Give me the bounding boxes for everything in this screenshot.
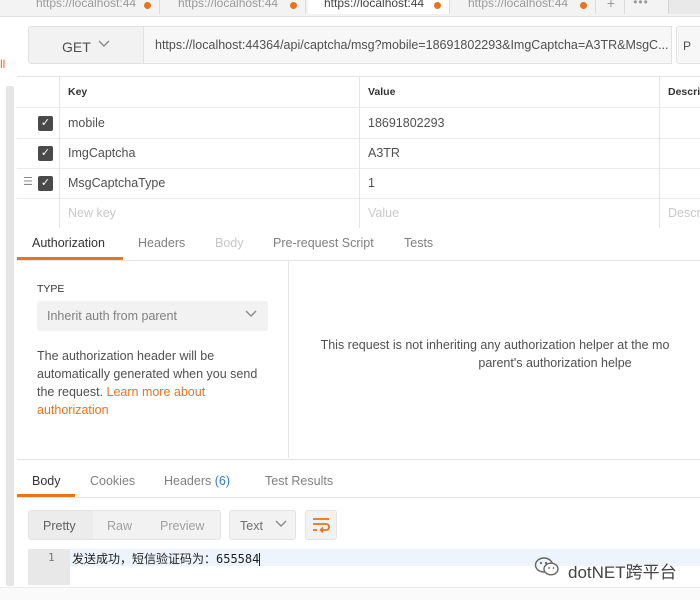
line-number: 1 [48,551,55,564]
unsaved-dot-icon [580,2,587,9]
active-tab-indicator [17,257,123,260]
param-row: ✓ mobile 18691802293 [17,108,700,139]
auth-description: The authorization header will be automat… [37,347,277,419]
param-checkbox[interactable]: ✓ [38,176,53,191]
auth-type-value: Inherit auth from parent [47,309,177,323]
response-tab-test-results[interactable]: Test Results [265,474,333,488]
param-description[interactable] [659,108,700,138]
watermark-text: dotNET跨平台 [568,563,677,582]
drag-handle-icon[interactable]: ☰ [23,175,33,189]
section-divider [17,459,700,460]
unsaved-dot-icon [434,2,441,9]
response-body-text[interactable]: 发送成功，短信验证码为：655584 [72,550,261,567]
url-input[interactable]: https://localhost:44364/api/captcha/msg?… [144,26,672,64]
auth-settings-panel: TYPE Inherit auth from parent The author… [17,261,289,458]
auth-message-line: parent's authorization helpe [478,356,632,370]
chevron-down-icon [244,306,258,323]
wechat-icon [534,556,559,576]
response-tab-headers[interactable]: Headers (6) [164,474,230,488]
params-table: Key Value Descrip ✓ mobile 18691802293 ✓… [17,76,700,229]
request-tab-label: https://localhost:44 [324,0,425,10]
request-tab[interactable]: https://localhost:44 [162,0,306,14]
response-format-group: Pretty Raw Preview [28,510,221,540]
tab-tests[interactable]: Tests [404,236,433,250]
param-key[interactable]: MsgCaptchaType [59,168,359,198]
wrap-lines-button[interactable] [305,510,337,540]
column-header-description: Descrip [659,77,700,107]
tab-body[interactable]: Body [215,236,244,250]
request-tab[interactable]: https://localhost:44 [452,0,596,14]
param-description[interactable] [659,138,700,168]
tab-pre-request-script[interactable]: Pre-request Script [273,236,374,250]
param-key[interactable]: mobile [59,108,359,138]
request-tab-label: https://localhost:44 [468,0,569,10]
response-tab-headers-label: Headers [164,474,212,488]
request-tab[interactable]: https://localhost:44 [20,0,160,14]
environment-selector[interactable] [668,0,700,14]
param-value[interactable]: 18691802293 [359,108,659,138]
new-tab-button[interactable]: + [598,0,625,14]
param-row: ☰ ✓ MsgCaptchaType 1 [17,168,700,199]
param-checkbox[interactable]: ✓ [38,116,53,131]
column-header-key: Key [59,77,359,107]
response-language-select[interactable]: Text [229,510,296,540]
request-tab-label: https://localhost:44 [36,0,137,10]
response-body-content: 发送成功，短信验证码为：655584 [72,552,260,566]
language-label: Text [240,519,263,533]
column-header-value: Value [359,77,659,107]
param-new-row: New key Value Descr [17,198,700,228]
response-tabs: Body Cookies Headers (6) Test Results [17,461,700,498]
format-raw-button[interactable]: Raw [107,519,132,533]
response-tab-cookies[interactable]: Cookies [90,474,135,488]
active-tab-indicator [17,494,75,497]
params-header-row: Key Value Descrip [17,77,700,108]
status-bar [0,587,700,600]
tab-authorization[interactable]: Authorization [32,236,105,250]
request-tab-label: https://localhost:44 [178,0,279,10]
format-pretty-button[interactable]: Pretty [43,519,76,533]
param-checkbox[interactable]: ✓ [38,146,53,161]
new-description-input[interactable]: Descr [659,198,700,228]
auth-type-select[interactable]: Inherit auth from parent [37,301,268,331]
wrap-lines-icon [312,517,330,536]
sidebar-edge-icon: ll [0,57,6,71]
param-key[interactable]: ImgCaptcha [59,138,359,168]
param-value[interactable]: A3TR [359,138,659,168]
unsaved-dot-icon [144,2,151,9]
request-tab-active[interactable]: https://localhost:44 [308,0,450,14]
chevron-down-icon [97,36,111,53]
response-tab-body[interactable]: Body [32,474,61,488]
new-value-input[interactable]: Value [359,198,659,228]
tab-headers[interactable]: Headers [138,236,185,250]
auth-inherit-message: This request is not inheriting any autho… [290,336,700,372]
method-label: GET [62,39,91,55]
format-preview-button[interactable]: Preview [160,519,204,533]
more-tabs-button[interactable]: ••• [626,0,656,14]
unsaved-dot-icon [290,2,297,9]
chevron-down-icon [274,516,288,533]
new-key-input[interactable]: New key [59,198,359,228]
request-tabs: Authorization Headers Body Pre-request S… [17,228,700,261]
auth-type-label: TYPE [37,283,65,295]
method-select[interactable]: GET [28,26,144,64]
auth-message-line: This request is not inheriting any autho… [320,338,670,352]
line-number-gutter: 1 [28,549,70,585]
scrollbar[interactable] [6,86,14,586]
param-row: ✓ ImgCaptcha A3TR [17,138,700,169]
param-value[interactable]: 1 [359,168,659,198]
request-tab-strip: https://localhost:44 https://localhost:4… [0,0,700,17]
params-button[interactable]: P [676,26,700,64]
param-description[interactable] [659,168,700,198]
headers-count-badge: (6) [214,474,231,488]
text-cursor [259,553,261,566]
